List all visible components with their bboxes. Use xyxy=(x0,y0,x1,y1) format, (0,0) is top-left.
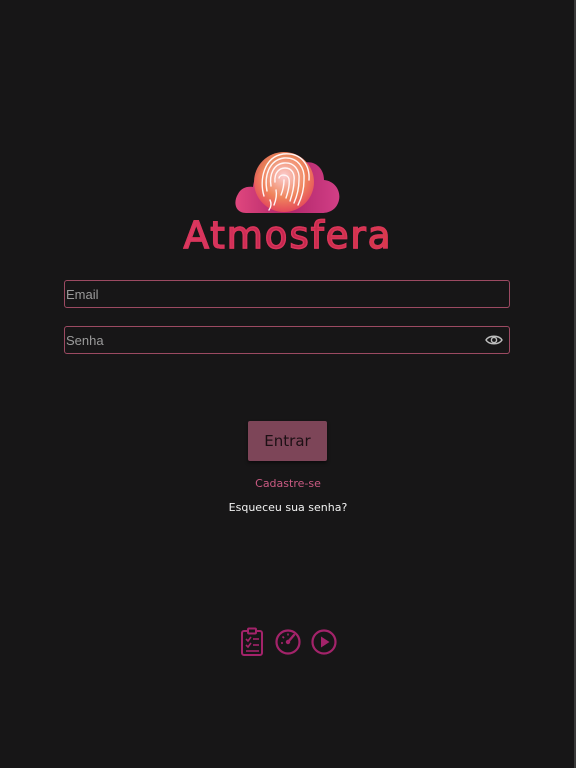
bottom-icon-bar xyxy=(238,627,338,657)
play-circle-icon[interactable] xyxy=(310,627,338,657)
eye-icon[interactable] xyxy=(485,332,503,348)
speedometer-icon[interactable] xyxy=(274,627,302,657)
forgot-password-link[interactable]: Esqueceu sua senha? xyxy=(188,501,388,514)
email-field[interactable] xyxy=(64,280,510,308)
app-brand-title: Atmosfera xyxy=(150,212,426,260)
password-field[interactable] xyxy=(64,326,510,354)
password-input[interactable] xyxy=(65,327,476,353)
login-button[interactable]: Entrar xyxy=(248,421,327,461)
clipboard-checklist-icon[interactable] xyxy=(238,627,266,657)
fingerprint-cloud-icon xyxy=(235,152,340,213)
login-screen: Atmosfera Entrar Cadastre-se Esqueceu su… xyxy=(0,0,576,768)
signup-link[interactable]: Cadastre-se xyxy=(188,477,388,490)
email-input[interactable] xyxy=(65,281,476,307)
